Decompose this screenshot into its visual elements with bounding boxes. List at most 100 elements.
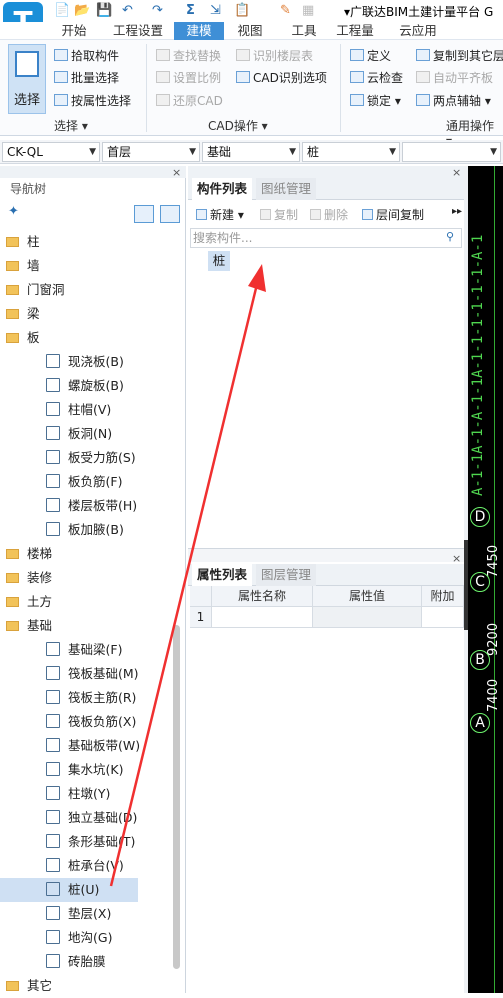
tree-item[interactable]: 基础梁(F): [0, 638, 172, 662]
pick-component-button[interactable]: 拾取构件: [54, 46, 119, 66]
redo-icon[interactable]: ↷: [152, 3, 163, 18]
grid-icon[interactable]: ▦: [302, 3, 314, 18]
new-file-icon[interactable]: 📄: [54, 3, 70, 18]
copy-component-button[interactable]: 复制: [260, 205, 298, 225]
tree-folder[interactable]: 墙: [0, 254, 172, 278]
tree-item[interactable]: 板加腋(B): [0, 518, 172, 542]
search-input[interactable]: 搜索构件...: [190, 228, 462, 248]
tree-item[interactable]: 集水坑(K): [0, 758, 172, 782]
tree-view-icon[interactable]: [160, 205, 180, 223]
menu-quantities[interactable]: 工程量: [330, 22, 380, 40]
define-button[interactable]: 定义: [350, 46, 391, 66]
tree-item[interactable]: 垫层(X): [0, 902, 172, 926]
column-header[interactable]: 附加: [422, 586, 464, 607]
tree-item[interactable]: 地沟(G): [0, 926, 172, 950]
project-combo[interactable]: CK-QL ▼: [2, 142, 100, 162]
cloud-check-button[interactable]: 云检查: [350, 68, 403, 88]
column-header[interactable]: 属性名称: [212, 586, 313, 607]
component-combo[interactable]: ▼: [402, 142, 501, 162]
tree-item[interactable]: 螺旋板(B): [0, 374, 172, 398]
more-icon[interactable]: ▸▸: [452, 206, 462, 217]
report-icon[interactable]: 📋: [234, 3, 250, 18]
cad-canvas[interactable]: A-1-1A-1-A-1-1A-1-1-1-1-1-1-A-1 7450 920…: [468, 166, 503, 993]
cad-options-button[interactable]: CAD识别选项: [236, 68, 327, 88]
tree-item[interactable]: 砖胎膜: [0, 950, 172, 974]
tree-item[interactable]: 筏板主筋(R): [0, 686, 172, 710]
tree-item[interactable]: 基础板带(W): [0, 734, 172, 758]
menu-cloud[interactable]: 云应用: [390, 22, 446, 40]
search-icon[interactable]: ⚲: [446, 230, 454, 243]
axis-marker: C: [470, 572, 490, 592]
tree-item[interactable]: 板受力筋(S): [0, 446, 172, 470]
tree-folder[interactable]: 梁: [0, 302, 172, 326]
tab-property-list[interactable]: 属性列表: [192, 564, 252, 586]
table-cell[interactable]: [313, 607, 422, 628]
cad-group-label[interactable]: CAD操作 ▾: [208, 117, 268, 134]
tree-folder[interactable]: 基础: [0, 614, 172, 638]
tree-item[interactable]: 板负筋(F): [0, 470, 172, 494]
tree-item[interactable]: 桩(U): [0, 878, 138, 902]
tree-item[interactable]: 板洞(N): [0, 422, 172, 446]
export-icon[interactable]: ⇲: [210, 3, 221, 18]
select-icon: [15, 51, 39, 77]
tab-component-list[interactable]: 构件列表: [192, 178, 252, 200]
tree-item[interactable]: 楼层板带(H): [0, 494, 172, 518]
tree-item[interactable]: 筏板基础(M): [0, 662, 172, 686]
tab-layer-manage[interactable]: 图层管理: [256, 564, 316, 586]
delete-component-button[interactable]: 删除: [310, 205, 348, 225]
tree-folder[interactable]: 土方: [0, 590, 172, 614]
new-component-button[interactable]: 新建 ▾: [196, 205, 244, 225]
undo-icon[interactable]: ↶: [122, 3, 133, 18]
tree-item[interactable]: 独立基础(D): [0, 806, 172, 830]
tree-item[interactable]: 桩承台(V): [0, 854, 172, 878]
component-type-combo[interactable]: 桩 ▼: [302, 142, 400, 162]
menu-start[interactable]: 开始: [52, 22, 96, 40]
menu-project-settings[interactable]: 工程设置: [108, 22, 168, 40]
sum-icon[interactable]: Σ: [186, 3, 195, 18]
tree-folder[interactable]: 装修: [0, 566, 172, 590]
tree-item[interactable]: 现浇板(B): [0, 350, 172, 374]
save-icon[interactable]: 💾: [96, 3, 112, 18]
set-scale-button[interactable]: 设置比例: [156, 68, 221, 88]
category-combo[interactable]: 基础 ▼: [202, 142, 300, 162]
table-cell[interactable]: [422, 607, 464, 628]
floor-combo[interactable]: 首层 ▼: [102, 142, 200, 162]
tree-folder[interactable]: 其它: [0, 974, 172, 998]
panel-splitter[interactable]: [188, 548, 464, 562]
tree-folder[interactable]: 门窗洞: [0, 278, 172, 302]
grid-line: [494, 166, 495, 993]
select-group-label[interactable]: 选择 ▾: [54, 117, 88, 134]
two-point-axis-button[interactable]: 两点辅轴 ▾: [416, 91, 491, 111]
menu-modeling[interactable]: 建模: [174, 22, 224, 40]
select-button[interactable]: 选择: [8, 44, 46, 114]
restore-cad-button[interactable]: 还原CAD: [156, 91, 223, 111]
tree-folder[interactable]: 楼梯: [0, 542, 172, 566]
select-by-property-button[interactable]: 按属性选择: [54, 91, 131, 111]
column-header[interactable]: 属性值: [313, 586, 422, 607]
scrollbar[interactable]: [173, 625, 180, 969]
lock-button[interactable]: 锁定 ▾: [350, 91, 401, 111]
copy-between-floors-button[interactable]: 层间复制: [362, 205, 424, 225]
copy-to-other-layers-button[interactable]: 复制到其它层: [416, 46, 503, 66]
tab-drawing-manage[interactable]: 图纸管理: [256, 178, 316, 200]
edit-icon[interactable]: ✎: [280, 3, 291, 18]
batch-select-button[interactable]: 批量选择: [54, 68, 119, 88]
list-view-icon[interactable]: [134, 205, 154, 223]
table-cell[interactable]: [212, 607, 313, 628]
tree-folder[interactable]: 柱: [0, 230, 172, 254]
tree-item[interactable]: 条形基础(T): [0, 830, 172, 854]
tree-item[interactable]: 柱帽(V): [0, 398, 172, 422]
find-replace-button[interactable]: 查找替换: [156, 46, 221, 66]
open-file-icon[interactable]: 📂: [74, 3, 90, 18]
tree-folder[interactable]: 板: [0, 326, 172, 350]
auto-align-slab-button[interactable]: 自动平齐板: [416, 68, 493, 88]
tree-item[interactable]: 筏板负筋(X): [0, 710, 172, 734]
recognize-floor-table-button[interactable]: 识别楼层表: [236, 46, 313, 66]
close-icon[interactable]: ×: [172, 166, 181, 179]
menu-tools[interactable]: 工具: [282, 22, 326, 40]
tree-item[interactable]: 柱墩(Y): [0, 782, 172, 806]
expand-icon[interactable]: ✦: [8, 204, 19, 219]
list-item[interactable]: 桩: [208, 251, 230, 271]
menu-view[interactable]: 视图: [228, 22, 272, 40]
tree-label: 筏板负筋(X): [68, 714, 137, 729]
